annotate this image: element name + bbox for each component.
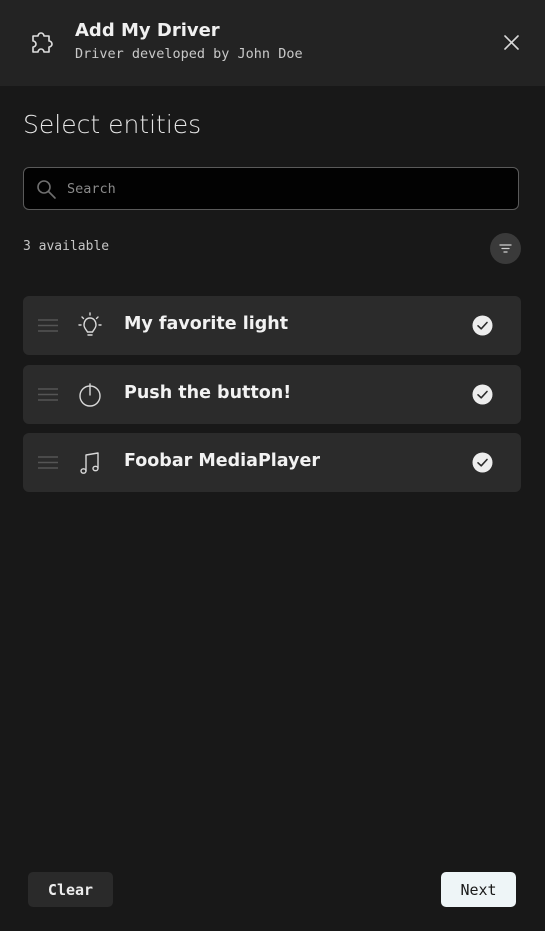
entity-item-button[interactable]: Push the button! <box>23 365 521 424</box>
puzzle-icon <box>32 32 53 53</box>
search-box[interactable] <box>23 167 519 210</box>
close-icon[interactable] <box>501 32 522 53</box>
search-input[interactable] <box>67 168 507 209</box>
entity-item-mediaplayer[interactable]: Foobar MediaPlayer <box>23 433 521 492</box>
drag-handle-icon[interactable] <box>38 387 58 402</box>
clear-button[interactable]: Clear <box>28 872 113 907</box>
search-icon <box>37 180 56 199</box>
check-circle-icon[interactable] <box>472 315 493 336</box>
entity-label: Foobar MediaPlayer <box>124 451 320 471</box>
drag-handle-icon[interactable] <box>38 318 58 333</box>
check-circle-icon[interactable] <box>472 452 493 473</box>
section-title: Select entities <box>23 110 202 139</box>
music-note-icon <box>80 452 99 474</box>
entity-label: Push the button! <box>124 383 292 403</box>
next-button[interactable]: Next <box>441 872 516 907</box>
dialog-title: Add My Driver <box>75 20 220 41</box>
power-icon <box>79 383 101 407</box>
available-count: 3 available <box>23 239 110 254</box>
drag-handle-icon[interactable] <box>38 455 58 470</box>
filter-icon <box>499 244 512 253</box>
entity-label: My favorite light <box>124 314 289 334</box>
light-bulb-icon <box>78 312 102 336</box>
check-circle-icon[interactable] <box>472 384 493 405</box>
dialog-header: Add My Driver Driver developed by John D… <box>0 0 545 86</box>
dialog-subtitle: Driver developed by John Doe <box>75 46 303 62</box>
filter-button[interactable] <box>490 233 521 264</box>
entity-item-light[interactable]: My favorite light <box>23 296 521 355</box>
